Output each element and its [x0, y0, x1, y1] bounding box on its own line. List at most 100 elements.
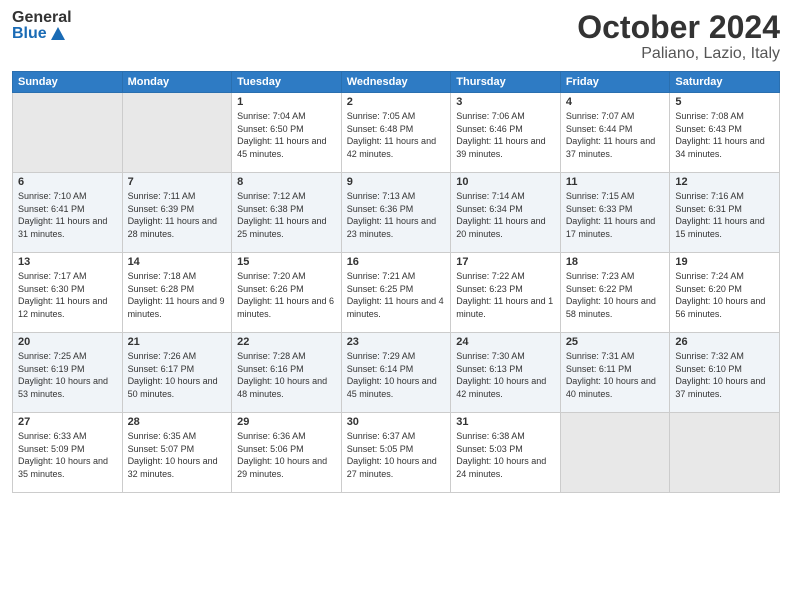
header-thursday: Thursday: [451, 72, 561, 93]
day-info: Sunrise: 7:17 AM Sunset: 6:30 PM Dayligh…: [18, 270, 117, 320]
day-number: 12: [675, 176, 774, 188]
table-row: 26Sunrise: 7:32 AM Sunset: 6:10 PM Dayli…: [670, 333, 780, 413]
day-number: 24: [456, 336, 555, 348]
calendar-week-1: 1 Sunrise: 7:04 AM Sunset: 6:50 PM Daylig…: [13, 93, 780, 173]
day-info: Sunrise: 7:18 AM Sunset: 6:28 PM Dayligh…: [128, 270, 227, 320]
table-row: [122, 93, 232, 173]
calendar-week-3: 13Sunrise: 7:17 AM Sunset: 6:30 PM Dayli…: [13, 253, 780, 333]
day-number: 27: [18, 416, 117, 428]
day-number: 5: [675, 96, 774, 108]
table-row: 25Sunrise: 7:31 AM Sunset: 6:11 PM Dayli…: [560, 333, 670, 413]
table-row: 1 Sunrise: 7:04 AM Sunset: 6:50 PM Daylig…: [232, 93, 342, 173]
day-number: 14: [128, 256, 227, 268]
day-number: 11: [566, 176, 665, 188]
day-number: 1: [237, 96, 336, 108]
day-info: Sunrise: 7:14 AM Sunset: 6:34 PM Dayligh…: [456, 190, 555, 240]
logo-blue: Blue: [12, 26, 47, 42]
table-row: 11 Sunrise: 7:15 AM Sunset: 6:33 PM Dayli…: [560, 173, 670, 253]
day-info: Sunrise: 7:31 AM Sunset: 6:11 PM Dayligh…: [566, 350, 665, 400]
day-info: Sunrise: 7:16 AM Sunset: 6:31 PM Dayligh…: [675, 190, 774, 240]
logo: General Blue: [12, 10, 72, 42]
table-row: 29Sunrise: 6:36 AM Sunset: 5:06 PM Dayli…: [232, 413, 342, 493]
page-container: General Blue October 2024 Paliano, Lazio…: [0, 0, 792, 612]
table-row: 23 Sunrise: 7:29 AM Sunset: 6:14 PM Dayli…: [341, 333, 451, 413]
day-info: Sunrise: 7:24 AM Sunset: 6:20 PM Dayligh…: [675, 270, 774, 320]
day-info: Sunrise: 6:36 AM Sunset: 5:06 PM Dayligh…: [237, 430, 336, 480]
location: Paliano, Lazio, Italy: [577, 45, 780, 63]
day-number: 16: [347, 256, 446, 268]
table-row: 12 Sunrise: 7:16 AM Sunset: 6:31 PM Dayli…: [670, 173, 780, 253]
day-number: 19: [675, 256, 774, 268]
day-info: Sunrise: 7:13 AM Sunset: 6:36 PM Dayligh…: [347, 190, 446, 240]
header-friday: Friday: [560, 72, 670, 93]
header-saturday: Saturday: [670, 72, 780, 93]
day-info: Sunrise: 6:38 AM Sunset: 5:03 PM Dayligh…: [456, 430, 555, 480]
table-row: [560, 413, 670, 493]
page-header: General Blue October 2024 Paliano, Lazio…: [12, 10, 780, 63]
day-number: 17: [456, 256, 555, 268]
calendar-week-5: 27 Sunrise: 6:33 AM Sunset: 5:09 PM Dayli…: [13, 413, 780, 493]
day-info: Sunrise: 7:04 AM Sunset: 6:50 PM Dayligh…: [237, 110, 336, 160]
table-row: 14 Sunrise: 7:18 AM Sunset: 6:28 PM Dayli…: [122, 253, 232, 333]
day-number: 30: [347, 416, 446, 428]
day-number: 9: [347, 176, 446, 188]
day-info: Sunrise: 7:11 AM Sunset: 6:39 PM Dayligh…: [128, 190, 227, 240]
day-info: Sunrise: 7:05 AM Sunset: 6:48 PM Dayligh…: [347, 110, 446, 160]
day-number: 6: [18, 176, 117, 188]
day-number: 7: [128, 176, 227, 188]
table-row: 13Sunrise: 7:17 AM Sunset: 6:30 PM Dayli…: [13, 253, 123, 333]
day-info: Sunrise: 7:28 AM Sunset: 6:16 PM Dayligh…: [237, 350, 336, 400]
table-row: 22 Sunrise: 7:28 AM Sunset: 6:16 PM Dayli…: [232, 333, 342, 413]
table-row: 7 Sunrise: 7:11 AM Sunset: 6:39 PM Daylig…: [122, 173, 232, 253]
table-row: 2 Sunrise: 7:05 AM Sunset: 6:48 PM Daylig…: [341, 93, 451, 173]
day-info: Sunrise: 7:12 AM Sunset: 6:38 PM Dayligh…: [237, 190, 336, 240]
table-row: 20Sunrise: 7:25 AM Sunset: 6:19 PM Dayli…: [13, 333, 123, 413]
day-info: Sunrise: 6:35 AM Sunset: 5:07 PM Dayligh…: [128, 430, 227, 480]
table-row: 21 Sunrise: 7:26 AM Sunset: 6:17 PM Dayli…: [122, 333, 232, 413]
table-row: 4Sunrise: 7:07 AM Sunset: 6:44 PM Daylig…: [560, 93, 670, 173]
table-row: [13, 93, 123, 173]
header-tuesday: Tuesday: [232, 72, 342, 93]
day-info: Sunrise: 7:30 AM Sunset: 6:13 PM Dayligh…: [456, 350, 555, 400]
table-row: 19 Sunrise: 7:24 AM Sunset: 6:20 PM Dayli…: [670, 253, 780, 333]
day-info: Sunrise: 7:25 AM Sunset: 6:19 PM Dayligh…: [18, 350, 117, 400]
day-number: 10: [456, 176, 555, 188]
header-wednesday: Wednesday: [341, 72, 451, 93]
table-row: 24 Sunrise: 7:30 AM Sunset: 6:13 PM Dayli…: [451, 333, 561, 413]
table-row: 6 Sunrise: 7:10 AM Sunset: 6:41 PM Daylig…: [13, 173, 123, 253]
day-info: Sunrise: 7:10 AM Sunset: 6:41 PM Dayligh…: [18, 190, 117, 240]
day-number: 31: [456, 416, 555, 428]
day-number: 15: [237, 256, 336, 268]
day-number: 21: [128, 336, 227, 348]
day-info: Sunrise: 7:06 AM Sunset: 6:46 PM Dayligh…: [456, 110, 555, 160]
day-info: Sunrise: 7:20 AM Sunset: 6:26 PM Dayligh…: [237, 270, 336, 320]
table-row: 17 Sunrise: 7:22 AM Sunset: 6:23 PM Dayli…: [451, 253, 561, 333]
table-row: 31 Sunrise: 6:38 AM Sunset: 5:03 PM Dayli…: [451, 413, 561, 493]
calendar-week-2: 6 Sunrise: 7:10 AM Sunset: 6:41 PM Daylig…: [13, 173, 780, 253]
table-row: 28 Sunrise: 6:35 AM Sunset: 5:07 PM Dayli…: [122, 413, 232, 493]
table-row: 27 Sunrise: 6:33 AM Sunset: 5:09 PM Dayli…: [13, 413, 123, 493]
day-number: 4: [566, 96, 665, 108]
table-row: 3 Sunrise: 7:06 AM Sunset: 6:46 PM Daylig…: [451, 93, 561, 173]
day-number: 3: [456, 96, 555, 108]
day-number: 28: [128, 416, 227, 428]
day-number: 2: [347, 96, 446, 108]
table-row: 16Sunrise: 7:21 AM Sunset: 6:25 PM Dayli…: [341, 253, 451, 333]
logo-text-group: General Blue: [12, 10, 72, 42]
day-info: Sunrise: 7:15 AM Sunset: 6:33 PM Dayligh…: [566, 190, 665, 240]
day-info: Sunrise: 7:08 AM Sunset: 6:43 PM Dayligh…: [675, 110, 774, 160]
weekday-header-row: Sunday Monday Tuesday Wednesday Thursday…: [13, 72, 780, 93]
day-info: Sunrise: 7:26 AM Sunset: 6:17 PM Dayligh…: [128, 350, 227, 400]
table-row: 8 Sunrise: 7:12 AM Sunset: 6:38 PM Daylig…: [232, 173, 342, 253]
day-number: 8: [237, 176, 336, 188]
day-number: 23: [347, 336, 446, 348]
month-year: October 2024: [577, 10, 780, 45]
day-info: Sunrise: 6:33 AM Sunset: 5:09 PM Dayligh…: [18, 430, 117, 480]
day-info: Sunrise: 7:22 AM Sunset: 6:23 PM Dayligh…: [456, 270, 555, 320]
month-title-block: October 2024 Paliano, Lazio, Italy: [577, 10, 780, 63]
day-info: Sunrise: 7:29 AM Sunset: 6:14 PM Dayligh…: [347, 350, 446, 400]
day-number: 22: [237, 336, 336, 348]
table-row: 9 Sunrise: 7:13 AM Sunset: 6:36 PM Daylig…: [341, 173, 451, 253]
calendar-table: Sunday Monday Tuesday Wednesday Thursday…: [12, 71, 780, 493]
header-monday: Monday: [122, 72, 232, 93]
